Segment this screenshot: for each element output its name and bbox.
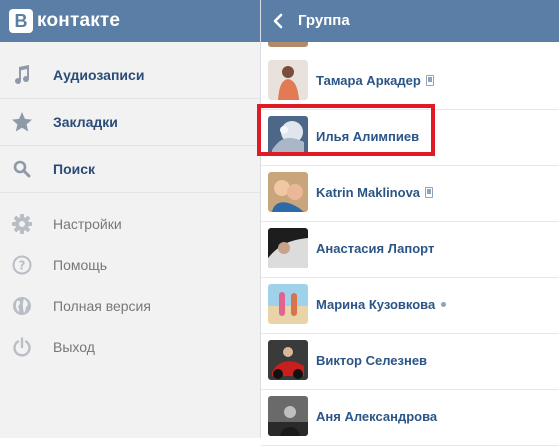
- page-title: Группа: [298, 12, 350, 29]
- member-name[interactable]: Илья Алимпиев: [316, 129, 419, 144]
- star-icon: [11, 111, 33, 133]
- list-item[interactable]: Katrin Maklinova: [261, 166, 559, 222]
- search-icon: [11, 158, 33, 180]
- help-icon: ?: [11, 254, 33, 276]
- sidebar-item-label: Помощь: [53, 256, 108, 273]
- sidebar-item-help[interactable]: ? Помощь: [0, 244, 260, 285]
- member-name[interactable]: Марина Кузовкова: [316, 297, 447, 312]
- sidebar-header: В контакте: [0, 0, 260, 42]
- group-members-panel: Группа Тамара Аркадер Илья Алимпиев Katr…: [257, 0, 559, 446]
- sidebar-item-audio[interactable]: Аудиозаписи: [0, 52, 260, 99]
- sidebar-item-label: Поиск: [53, 161, 96, 177]
- sidebar-item-settings[interactable]: Настройки: [0, 203, 260, 244]
- logo-mark: В: [9, 9, 33, 33]
- list-item[interactable]: Илья Алимпиев: [257, 104, 559, 166]
- avatar[interactable]: [268, 116, 308, 156]
- sidebar-item-full-version[interactable]: Полная версия: [0, 285, 260, 326]
- sidebar-menu: Аудиозаписи Закладки Поиск Настройки ? П…: [0, 52, 260, 367]
- list-item[interactable]: Анастасия Лапорт: [261, 222, 559, 278]
- online-status-icon: [441, 302, 447, 307]
- avatar[interactable]: [268, 228, 308, 268]
- sidebar-item-logout[interactable]: Выход: [0, 326, 260, 367]
- sidebar-item-label: Полная версия: [53, 297, 151, 314]
- music-note-icon: [11, 64, 33, 86]
- avatar[interactable]: [268, 284, 308, 324]
- chevron-left-icon: [273, 13, 283, 29]
- sidebar-item-label: Аудиозаписи: [53, 67, 145, 83]
- member-name[interactable]: Анастасия Лапорт: [316, 241, 434, 256]
- sidebar-item-bookmarks[interactable]: Закладки: [0, 99, 260, 146]
- globe-icon: [11, 295, 33, 317]
- mobile-status-icon: [425, 187, 434, 198]
- member-name[interactable]: Виктор Селезнев: [316, 353, 427, 368]
- avatar[interactable]: [268, 172, 308, 212]
- mobile-status-icon: [425, 75, 434, 86]
- avatar[interactable]: [268, 396, 308, 436]
- sidebar-item-search[interactable]: Поиск: [0, 146, 260, 193]
- svg-text:?: ?: [19, 258, 26, 272]
- member-name[interactable]: Katrin Maklinova: [316, 185, 434, 200]
- avatar[interactable]: [268, 60, 308, 100]
- sidebar-item-label: Настройки: [53, 215, 122, 232]
- power-icon: [11, 336, 33, 358]
- vk-logo[interactable]: В контакте: [9, 9, 120, 33]
- back-button[interactable]: [267, 9, 289, 33]
- list-item[interactable]: Тамара Аркадер: [261, 54, 559, 110]
- sidebar-item-label: Закладки: [53, 114, 118, 130]
- member-name[interactable]: Тамара Аркадер: [316, 73, 434, 88]
- left-sidebar: В контакте Аудиозаписи Закладки Поиск На…: [0, 0, 261, 438]
- member-name[interactable]: Аня Александрова: [316, 409, 437, 424]
- logo-text: контакте: [37, 10, 121, 31]
- members-list: Тамара Аркадер Илья Алимпиев Katrin Makl…: [257, 54, 559, 446]
- sidebar-item-label: Выход: [53, 338, 95, 355]
- avatar[interactable]: [268, 42, 308, 47]
- list-item[interactable]: Марина Кузовкова: [261, 278, 559, 334]
- list-item[interactable]: Виктор Селезнев: [261, 334, 559, 390]
- content-header: Группа: [261, 0, 559, 42]
- gear-icon: [11, 213, 33, 235]
- menu-gap: [0, 193, 260, 203]
- avatar[interactable]: [268, 340, 308, 380]
